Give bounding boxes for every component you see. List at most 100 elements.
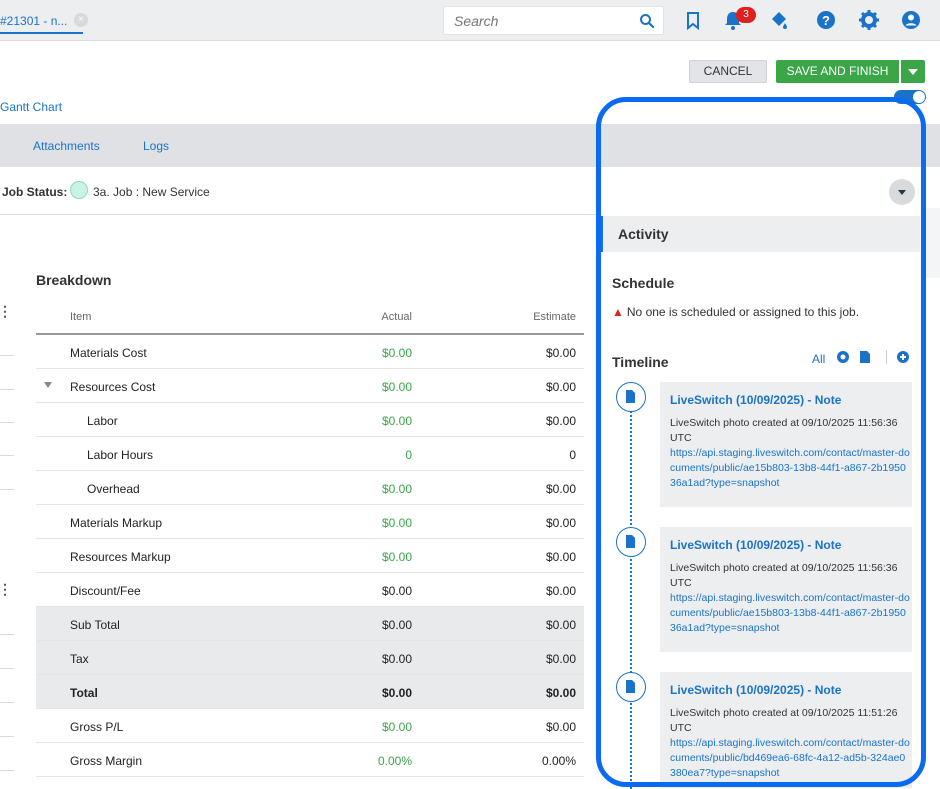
panel-top: [600, 167, 920, 215]
timeline-node: [616, 382, 646, 412]
filter-all-link[interactable]: All: [812, 352, 825, 366]
divider: [886, 350, 887, 364]
entry-body: LiveSwitch photo created at 09/10/2025 1…: [670, 417, 898, 444]
row-estimate: $0.00: [545, 652, 576, 666]
document-filter-icon[interactable]: [859, 350, 871, 364]
entry-link[interactable]: https://api.staging.liveswitch.com/conta…: [670, 736, 910, 781]
search-input[interactable]: [454, 13, 634, 29]
row-estimate: $0.00: [545, 550, 576, 564]
search-box[interactable]: [443, 6, 664, 35]
table-row: Gross P/L $0.00 $0.00: [36, 709, 584, 743]
timeline-node: [616, 672, 646, 702]
row-item: Labor Hours: [87, 448, 154, 462]
row-estimate: 0.00%: [541, 754, 576, 768]
row-actual: $0.00: [381, 652, 412, 666]
tab-attachments[interactable]: Attachments: [33, 139, 100, 153]
divider: [0, 668, 14, 669]
divider: [0, 634, 14, 635]
document-icon: [626, 680, 635, 693]
schedule-title: Schedule: [612, 275, 675, 291]
close-tab-icon[interactable]: ×: [74, 13, 88, 27]
job-status-label: Job Status:: [2, 185, 68, 199]
table-header: Item Actual Estimate: [36, 300, 584, 335]
entry-link[interactable]: https://api.staging.liveswitch.com/conta…: [670, 446, 910, 491]
row-estimate: 0: [569, 448, 576, 462]
row-item: Sub Total: [70, 618, 120, 632]
row-item: Overhead: [87, 482, 140, 496]
save-options-dropdown[interactable]: [901, 60, 925, 83]
entry-link[interactable]: https://api.staging.liveswitch.com/conta…: [670, 591, 910, 636]
job-status-row: Job Status: 3a. Job : New Service: [0, 167, 600, 215]
paint-bucket-icon[interactable]: [768, 9, 790, 31]
gantt-chart-link[interactable]: Gantt Chart: [0, 100, 62, 114]
table-row: Sub Total $0.00 $0.00: [36, 607, 584, 641]
table-row: Labor Hours 0 0: [36, 437, 584, 471]
timeline-title: Timeline: [612, 354, 669, 370]
row-actual: $0.00: [381, 414, 412, 428]
bookmark-icon[interactable]: [682, 9, 704, 31]
divider: [0, 702, 14, 703]
record-tab[interactable]: #21301 - n...: [0, 14, 83, 34]
row-item: Discount/Fee: [70, 584, 141, 598]
search-icon[interactable]: [639, 13, 655, 29]
scrollbar[interactable]: [921, 208, 940, 278]
row-item: Gross P/L: [70, 720, 124, 734]
divider: [0, 389, 14, 390]
row-actual: $0.00: [381, 720, 412, 734]
filter-circle-icon[interactable]: [836, 350, 850, 364]
gear-icon[interactable]: [858, 9, 880, 31]
cancel-button[interactable]: CANCEL: [689, 60, 767, 83]
row-item: Resources Cost: [70, 380, 156, 394]
activity-header: Activity: [600, 216, 920, 252]
status-color-dot: [70, 181, 88, 199]
row-estimate: $0.00: [545, 380, 576, 394]
row-estimate: $0.00: [545, 414, 576, 428]
row-actual: $0.00: [381, 482, 412, 496]
more-menu-icon[interactable]: ⋮: [0, 581, 12, 598]
row-estimate: $0.00: [545, 686, 576, 700]
entry-title[interactable]: LiveSwitch (10/09/2025) - Note: [670, 538, 841, 552]
row-item: Resources Markup: [70, 550, 171, 564]
entry-body: LiveSwitch photo created at 09/10/2025 1…: [670, 562, 898, 589]
timeline-entry: LiveSwitch (10/09/2025) - Note LiveSwitc…: [660, 672, 912, 788]
timeline-line: [630, 399, 632, 789]
collapse-toggle-button[interactable]: [889, 179, 915, 205]
document-icon: [626, 535, 635, 548]
row-estimate: $0.00: [545, 618, 576, 632]
row-actual: $0.00: [381, 516, 412, 530]
column-header-estimate: Estimate: [533, 311, 576, 323]
divider: [0, 770, 14, 771]
user-icon[interactable]: [900, 9, 922, 31]
entry-title[interactable]: LiveSwitch (10/09/2025) - Note: [670, 683, 841, 697]
entry-title[interactable]: LiveSwitch (10/09/2025) - Note: [670, 393, 841, 407]
table-row: Labor $0.00 $0.00: [36, 403, 584, 437]
row-actual: $0.00: [381, 584, 412, 598]
save-and-finish-button[interactable]: SAVE AND FINISH: [776, 60, 899, 83]
job-status-value[interactable]: 3a. Job : New Service: [93, 185, 210, 199]
schedule-warning-text: No one is scheduled or assigned to this …: [626, 305, 860, 319]
breakdown-table: Item Actual Estimate Materials Cost $0.0…: [36, 300, 584, 777]
row-actual: $0.00: [381, 686, 412, 700]
divider: [0, 489, 14, 490]
timeline-entry: LiveSwitch (10/09/2025) - Note LiveSwitc…: [660, 527, 912, 652]
collapse-caret-icon[interactable]: [44, 382, 52, 388]
row-item: Labor: [87, 414, 118, 428]
row-estimate: $0.00: [545, 516, 576, 530]
table-row: Discount/Fee $0.00 $0.00: [36, 573, 584, 607]
table-row: Total $0.00 $0.00: [36, 675, 584, 709]
more-menu-icon[interactable]: ⋮: [0, 303, 12, 320]
table-row: Gross Margin 0.00% 0.00%: [36, 743, 584, 777]
table-row: Overhead $0.00 $0.00: [36, 471, 584, 505]
top-bar: #21301 - n... × 3 ?: [0, 0, 940, 41]
tab-logs[interactable]: Logs: [143, 139, 169, 153]
row-actual: 0: [405, 448, 412, 462]
column-header-actual: Actual: [381, 311, 412, 323]
add-icon[interactable]: [896, 350, 910, 364]
table-row: Resources Markup $0.00 $0.00: [36, 539, 584, 573]
svg-text:?: ?: [822, 13, 830, 28]
table-row: Materials Cost $0.00 $0.00: [36, 335, 584, 369]
toggle-switch[interactable]: [894, 90, 926, 104]
help-icon[interactable]: ?: [815, 9, 837, 31]
divider: [0, 736, 14, 737]
timeline-node: [616, 527, 646, 557]
